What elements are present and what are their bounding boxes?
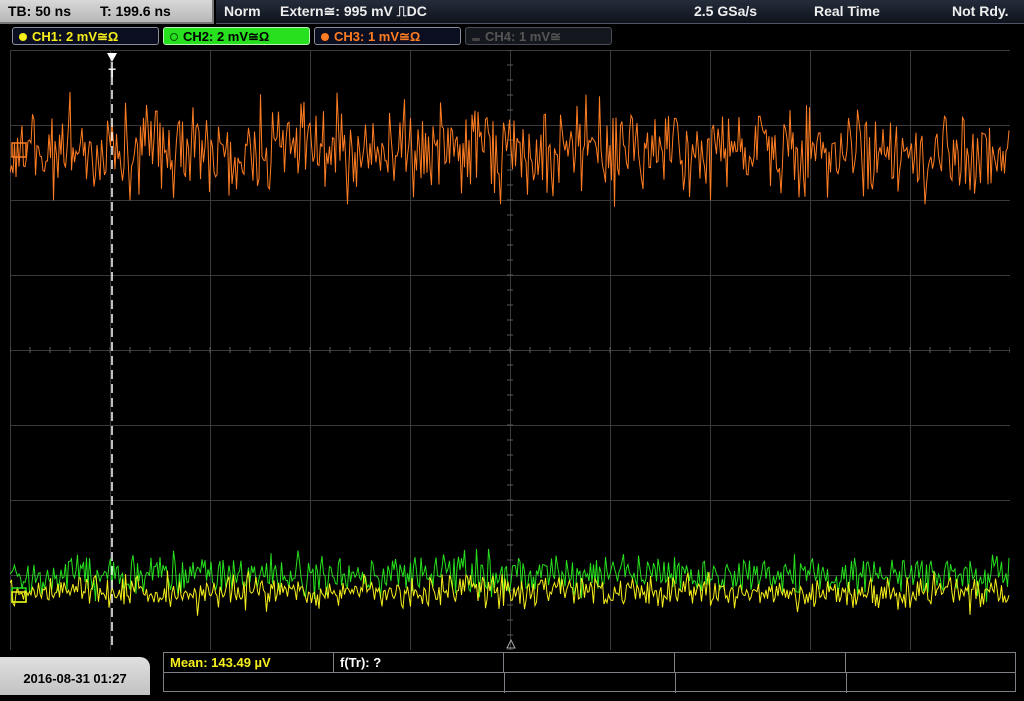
date-time: 2016-08-31 01:27 [0,657,150,695]
sample-rate[interactable]: 2.5 GSa/s [694,0,757,23]
trigger-marker-label: T [108,66,116,80]
channel-2-button[interactable]: CH2: 2 mV≅Ω [163,27,310,45]
acquisition-status: Not Rdy. [952,3,1009,19]
divider [164,672,1015,673]
measurement-mean[interactable]: Mean: 143.49 µV [164,653,334,673]
trigger-source[interactable]: Extern≅: 995 mV ⎍DC [280,0,427,23]
status-bar: Norm Extern≅: 995 mV ⎍DC 2.5 GSa/s Real … [216,0,1024,24]
channel-2-label: CH2: 2 mV≅Ω [183,29,270,44]
acquisition-mode[interactable]: Real Time [814,0,880,23]
divider [846,673,847,693]
channel-2-dot-icon [170,33,178,41]
channel-3-dot-icon [321,33,329,41]
measurement-table: Mean: 143.49 µV f(Tr): ? [163,652,1017,693]
channel-4-label: CH4: 1 mV≅ [485,29,561,44]
timebase-box[interactable]: TB: 50 ns T: 199.6 ns [0,0,214,24]
channel-3-button[interactable]: CH3: 1 mV≅Ω [314,27,461,45]
top-bar: TB: 50 ns T: 199.6 ns Norm Extern≅: 995 … [0,0,1024,26]
waveform-display[interactable]: T [10,50,1010,650]
waveform-canvas[interactable]: T [10,50,1010,650]
channel-bar: CH1: 2 mV≅Ω CH2: 2 mV≅Ω CH3: 1 mV≅Ω CH4:… [0,26,1024,48]
measurement-risetime[interactable]: f(Tr): ? [334,653,504,673]
trigger-time-value[interactable]: T: 199.6 ns [100,0,171,22]
channel-4-dot-icon [472,38,480,41]
measurement-slot[interactable] [675,653,846,673]
channel-3-label: CH3: 1 mV≅Ω [334,29,421,44]
channel-1-label: CH1: 2 mV≅Ω [32,29,119,44]
measurement-slot[interactable] [504,653,675,673]
channel-1-dot-icon [19,33,27,41]
divider [675,673,676,693]
divider [504,673,505,693]
timebase-value[interactable]: TB: 50 ns [8,0,71,22]
channel-4-button[interactable]: CH4: 1 mV≅ [465,27,612,45]
footer: 2016-08-31 01:27 Mean: 143.49 µV f(Tr): … [0,652,1024,695]
measurement-slot[interactable] [846,653,1017,673]
trigger-arrow-icon[interactable] [107,53,117,62]
channel-1-button[interactable]: CH1: 2 mV≅Ω [12,27,159,45]
trigger-mode[interactable]: Norm [224,0,261,23]
channel-3-trace [10,91,1010,207]
